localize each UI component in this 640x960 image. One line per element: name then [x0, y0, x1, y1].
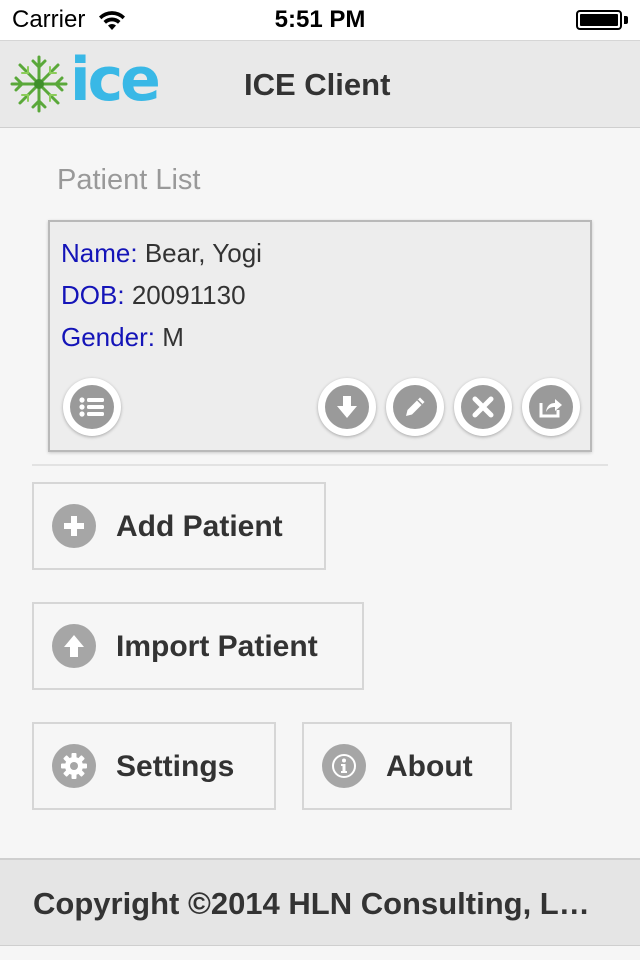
- gender-label: Gender:: [61, 322, 155, 352]
- add-patient-label: Add Patient: [116, 510, 283, 543]
- pencil-icon: [406, 397, 425, 416]
- patient-details-button[interactable]: [63, 378, 121, 436]
- copyright-text: Copyright ©2014 HLN Consulting, L…: [33, 886, 590, 921]
- settings-label: Settings: [116, 750, 235, 783]
- add-patient-button[interactable]: Add Patient: [32, 482, 326, 570]
- footer: Copyright ©2014 HLN Consulting, L…: [0, 858, 640, 946]
- status-bar: Carrier 5:51 PM: [0, 0, 640, 40]
- app-header: ice ICE Client: [0, 40, 640, 128]
- about-label: About: [386, 750, 473, 783]
- logo-text: ice: [70, 45, 161, 115]
- patient-gender-row: Gender: M: [61, 322, 184, 353]
- battery-icon: [576, 10, 628, 30]
- dob-label: DOB:: [61, 280, 125, 310]
- import-patient-label: Import Patient: [116, 630, 318, 663]
- divider: [32, 464, 608, 466]
- page-title: ICE Client: [244, 67, 391, 102]
- name-label: Name:: [61, 238, 138, 268]
- patient-name-row: Name: Bear, Yogi: [61, 238, 262, 269]
- patient-dob: 20091130: [131, 280, 246, 310]
- list-icon: [79, 397, 104, 417]
- clock: 5:51 PM: [274, 6, 366, 33]
- upload-icon: [52, 624, 96, 668]
- plus-icon: [52, 504, 96, 548]
- settings-button[interactable]: Settings: [32, 722, 276, 810]
- patient-card[interactable]: Name: Bear, Yogi DOB: 20091130 Gender: M: [48, 220, 592, 452]
- about-button[interactable]: About: [302, 722, 512, 810]
- download-button[interactable]: [318, 378, 376, 436]
- patient-list-title: Patient List: [57, 164, 201, 196]
- share-patient-button[interactable]: [522, 378, 580, 436]
- bottom-strip: [0, 947, 640, 960]
- ice-logo: ice: [8, 45, 172, 117]
- import-patient-button[interactable]: Import Patient: [32, 602, 364, 690]
- share-icon: [539, 399, 562, 418]
- patient-gender: M: [162, 322, 184, 352]
- info-icon: [322, 744, 366, 788]
- snowflake-logo-icon: [10, 55, 68, 113]
- download-icon: [337, 396, 357, 418]
- patient-name: Bear, Yogi: [144, 238, 262, 268]
- delete-patient-button[interactable]: [454, 378, 512, 436]
- close-icon: [472, 396, 494, 418]
- edit-patient-button[interactable]: [386, 378, 444, 436]
- gear-icon: [52, 744, 96, 788]
- patient-dob-row: DOB: 20091130: [61, 280, 246, 311]
